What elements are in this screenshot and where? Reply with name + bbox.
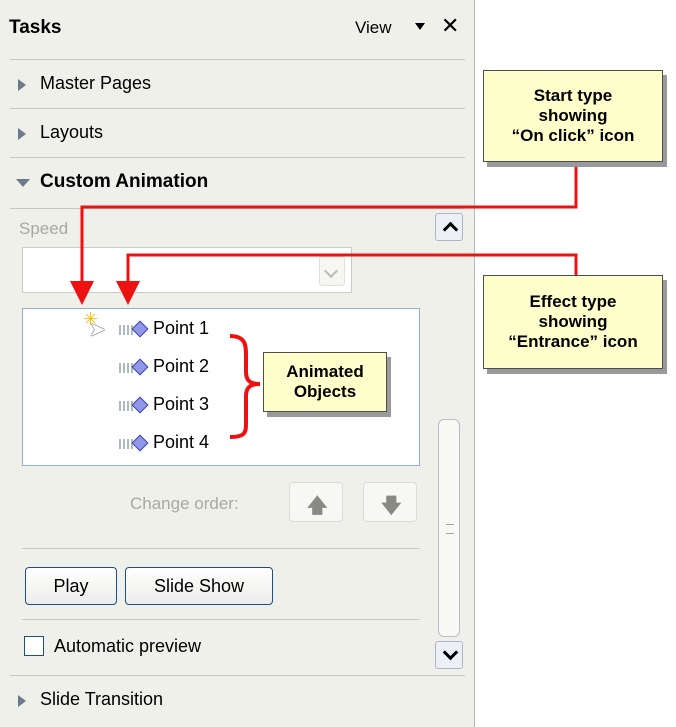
entrance-icon [119,320,149,338]
move-down-button[interactable]: 🡇 [363,482,417,522]
expand-icon [18,79,26,91]
section-custom-animation[interactable]: Custom Animation [10,157,465,209]
section-label: Custom Animation [40,171,209,192]
callout-line: “Entrance” icon [508,332,638,351]
entrance-icon [119,434,149,452]
collapse-icon [16,179,30,187]
view-menu[interactable]: View [355,18,392,38]
scroll-up-button[interactable] [435,213,463,241]
custom-animation-panel: Speed ✳ ➤ Point 1 Point 2 Point 3 Point … [10,209,465,675]
section-layouts[interactable]: Layouts [10,108,465,158]
callout-line: showing [538,106,608,125]
effect-label: Point 1 [153,318,210,338]
scroll-thumb[interactable] [438,419,460,637]
callout-start-type: Start type showing “On click” icon [483,70,663,162]
divider [22,548,420,549]
section-label: Master Pages [40,73,152,93]
callout-line: Animated [286,362,364,381]
section-master-pages[interactable]: Master Pages [10,59,465,109]
callout-effect-type: Effect type showing “Entrance” icon [483,275,663,369]
speed-label: Speed [19,219,69,238]
chevron-down-icon[interactable] [319,256,345,286]
callout-animated-objects: Animated Objects [263,352,387,412]
speed-select[interactable] [22,247,352,293]
callout-line: “On click” icon [511,126,635,145]
divider [22,619,420,620]
section-slide-transition[interactable]: Slide Transition [10,675,465,725]
scroll-down-button[interactable] [435,641,463,669]
entrance-icon [119,396,149,414]
effect-label: Point 3 [153,394,210,414]
automatic-preview-label[interactable]: Automatic preview [54,636,201,657]
play-button[interactable]: Play [25,567,117,605]
tasks-pane: Tasks View ✕ Master Pages Layouts Custom… [0,0,475,727]
chevron-up-icon [442,221,459,238]
callout-line: showing [538,312,608,331]
callout-line: Effect type [529,292,617,311]
expand-icon [18,695,26,707]
list-item[interactable]: ✳ ➤ Point 1 [23,309,419,347]
slide-show-button[interactable]: Slide Show [125,567,273,605]
grip-icon [446,524,454,534]
arrow-up-icon: 🡅 [307,495,328,517]
callout-line: Start type [533,86,613,105]
on-click-icon: ✳ ➤ [83,309,106,341]
pane-title: Tasks [9,17,62,38]
close-icon[interactable]: ✕ [441,13,459,39]
list-item[interactable]: Point 4 [23,423,419,461]
entrance-icon [119,358,149,376]
chevron-down-icon [442,644,459,661]
move-up-button[interactable]: 🡅 [289,482,343,522]
effect-label: Point 2 [153,356,210,376]
automatic-preview-checkbox[interactable] [24,636,44,656]
expand-icon [18,128,26,140]
callout-line: Objects [293,382,357,401]
arrow-down-icon: 🡇 [381,495,402,517]
section-label: Layouts [40,122,104,142]
vertical-scrollbar[interactable] [435,209,465,675]
section-label: Slide Transition [40,689,164,709]
view-dropdown-icon[interactable] [415,23,425,30]
pane-title-bar: Tasks View ✕ [0,0,474,60]
effect-label: Point 4 [153,432,210,452]
change-order-label: Change order: [130,494,239,513]
